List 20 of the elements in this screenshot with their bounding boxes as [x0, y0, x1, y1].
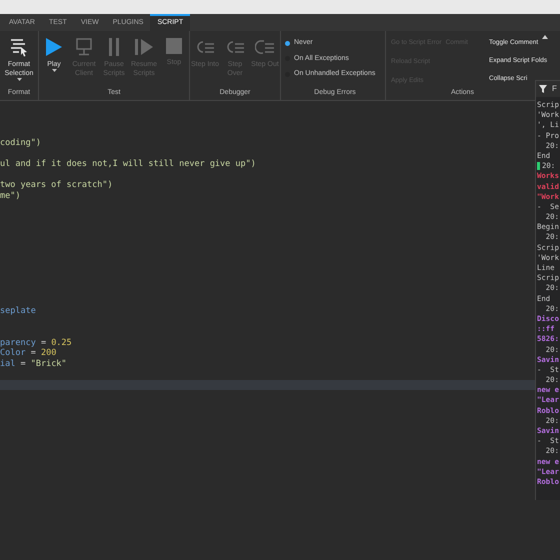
panel-header: F — [552, 83, 557, 95]
code-line: ial = "Brick" — [0, 358, 67, 368]
collapse-icon — [542, 35, 548, 39]
code-line: two years of scratch") — [0, 180, 113, 190]
code-line: parency = 0.25 — [0, 338, 72, 348]
resume-icon — [134, 37, 154, 57]
monitor-icon — [75, 37, 93, 57]
code-line: me") — [0, 190, 20, 200]
code-line: Color = 200 — [0, 348, 56, 358]
code-line: coding") — [0, 138, 41, 148]
pause-icon — [106, 37, 122, 57]
caret-icon — [16, 78, 22, 82]
code-line: seplate — [0, 306, 36, 316]
stop-icon — [165, 37, 183, 55]
marker-bar — [537, 162, 540, 170]
format-lines-icon — [9, 37, 29, 57]
play-icon — [45, 37, 63, 57]
caret-icon — [52, 69, 56, 73]
code-line: ul and if it does not,I will still never give up") — [0, 159, 256, 169]
filter-icon[interactable] — [539, 85, 547, 93]
